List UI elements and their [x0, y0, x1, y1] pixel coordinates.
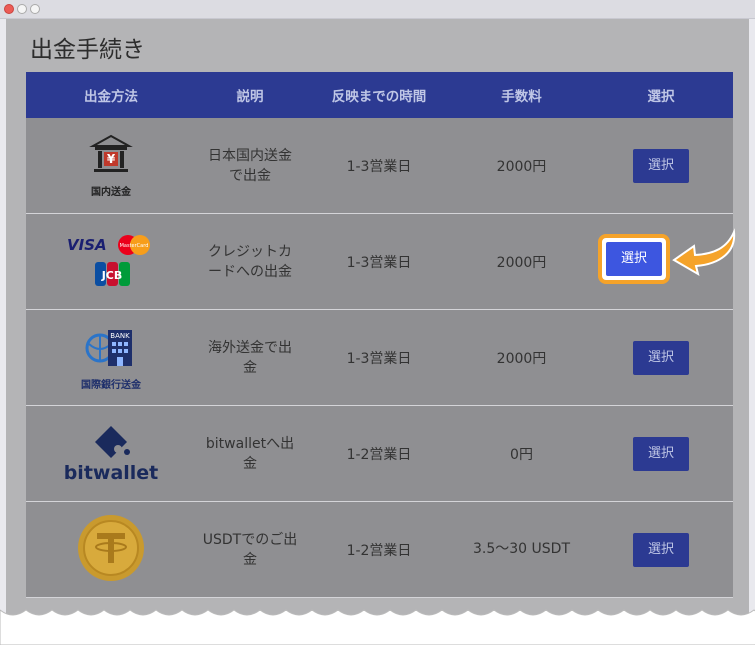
bank-icon: ¥ — [89, 134, 133, 172]
description-cell: 海外送金で出金 — [196, 309, 304, 406]
method-cell: VISA MasterCard JCB — [26, 213, 196, 310]
fee-cell: 2000円 — [454, 213, 589, 310]
method-cell: BANK 国際銀行送金 — [26, 309, 196, 406]
maximize-window-icon[interactable] — [30, 4, 40, 14]
visa-logo: VISA — [67, 236, 107, 254]
table-row: ¥ 国内送金 日本国内送金で出金 1-3営業日 2000円 選択 — [26, 118, 733, 214]
header-description: 説明 — [196, 72, 304, 118]
page-title: 出金手続き — [30, 37, 145, 63]
bitwallet-icon — [94, 425, 130, 458]
table-row: USDTでのご出金 1-2営業日 3.5〜30 USDT 選択 — [26, 501, 733, 598]
time-cell: 1-3営業日 — [304, 213, 454, 310]
select-cell: 選択 — [589, 405, 733, 502]
select-button-credit-card[interactable]: 選択 — [606, 242, 662, 276]
yen-glyph: ¥ — [107, 152, 116, 166]
fee-cell: 2000円 — [454, 118, 589, 214]
credit-card-logos: VISA MasterCard JCB — [67, 234, 150, 286]
wavy-bottom-edge — [0, 609, 755, 645]
description-cell: 日本国内送金で出金 — [196, 118, 304, 214]
select-button-usdt[interactable]: 選択 — [633, 532, 689, 567]
method-label: 国際銀行送金 — [81, 379, 141, 391]
method-cell: bitwallet — [26, 405, 196, 502]
minimize-window-icon[interactable] — [17, 4, 27, 14]
bitwallet-logo: bitwallet — [63, 424, 159, 484]
header-time: 反映までの時間 — [304, 72, 454, 118]
jcb-text: JCB — [101, 269, 123, 282]
fee-cell: 3.5〜30 USDT — [454, 501, 589, 598]
method-label: 国内送金 — [91, 186, 131, 198]
domestic-bank-logo: ¥ 国内送金 — [89, 133, 133, 198]
table-row: bitwallet bitwalletへ出金 1-2営業日 0円 選択 — [26, 405, 733, 502]
select-cell: 選択 — [589, 309, 733, 406]
time-cell: 1-2営業日 — [304, 501, 454, 598]
description-cell: クレジットカードへの出金 — [196, 213, 304, 310]
select-button-domestic[interactable]: 選択 — [633, 148, 689, 183]
description-cell: USDTでのご出金 — [196, 501, 304, 598]
table-row: BANK 国際銀行送金 海外送金で出金 1-3営業日 2000円 選択 — [26, 309, 733, 406]
globe-bank-icon: BANK — [85, 329, 132, 366]
method-label: bitwallet — [63, 461, 159, 484]
header-select: 選択 — [589, 72, 733, 118]
bank-sign: BANK — [110, 332, 130, 340]
title-bar — [0, 0, 755, 19]
usdt-coin-icon — [78, 514, 144, 581]
description-cell: bitwalletへ出金 — [196, 405, 304, 502]
fee-cell: 0円 — [454, 405, 589, 502]
pointer-arrow-icon — [672, 228, 736, 277]
browser-window: 出金手続き 出金方法 説明 反映までの時間 手数料 選択 ¥ 国内送金 日本国内… — [0, 0, 755, 645]
header-method: 出金方法 — [26, 72, 196, 118]
select-button-international[interactable]: 選択 — [633, 340, 689, 375]
close-window-icon[interactable] — [4, 4, 14, 14]
select-button-bitwallet[interactable]: 選択 — [633, 436, 689, 471]
table-header-row: 出金方法 説明 反映までの時間 手数料 選択 — [26, 72, 733, 118]
header-fee: 手数料 — [454, 72, 589, 118]
method-cell — [26, 501, 196, 598]
select-cell: 選択 — [589, 118, 733, 214]
select-cell: 選択 — [589, 501, 733, 598]
method-cell: ¥ 国内送金 — [26, 118, 196, 214]
time-cell: 1-3営業日 — [304, 118, 454, 214]
withdrawal-methods-table: 出金方法 説明 反映までの時間 手数料 選択 ¥ 国内送金 日本国内送金で出金 … — [26, 72, 733, 598]
mastercard-text: MasterCard — [120, 243, 149, 249]
time-cell: 1-3営業日 — [304, 309, 454, 406]
international-bank-logo: BANK 国際銀行送金 — [81, 324, 141, 391]
time-cell: 1-2営業日 — [304, 405, 454, 502]
fee-cell: 2000円 — [454, 309, 589, 406]
